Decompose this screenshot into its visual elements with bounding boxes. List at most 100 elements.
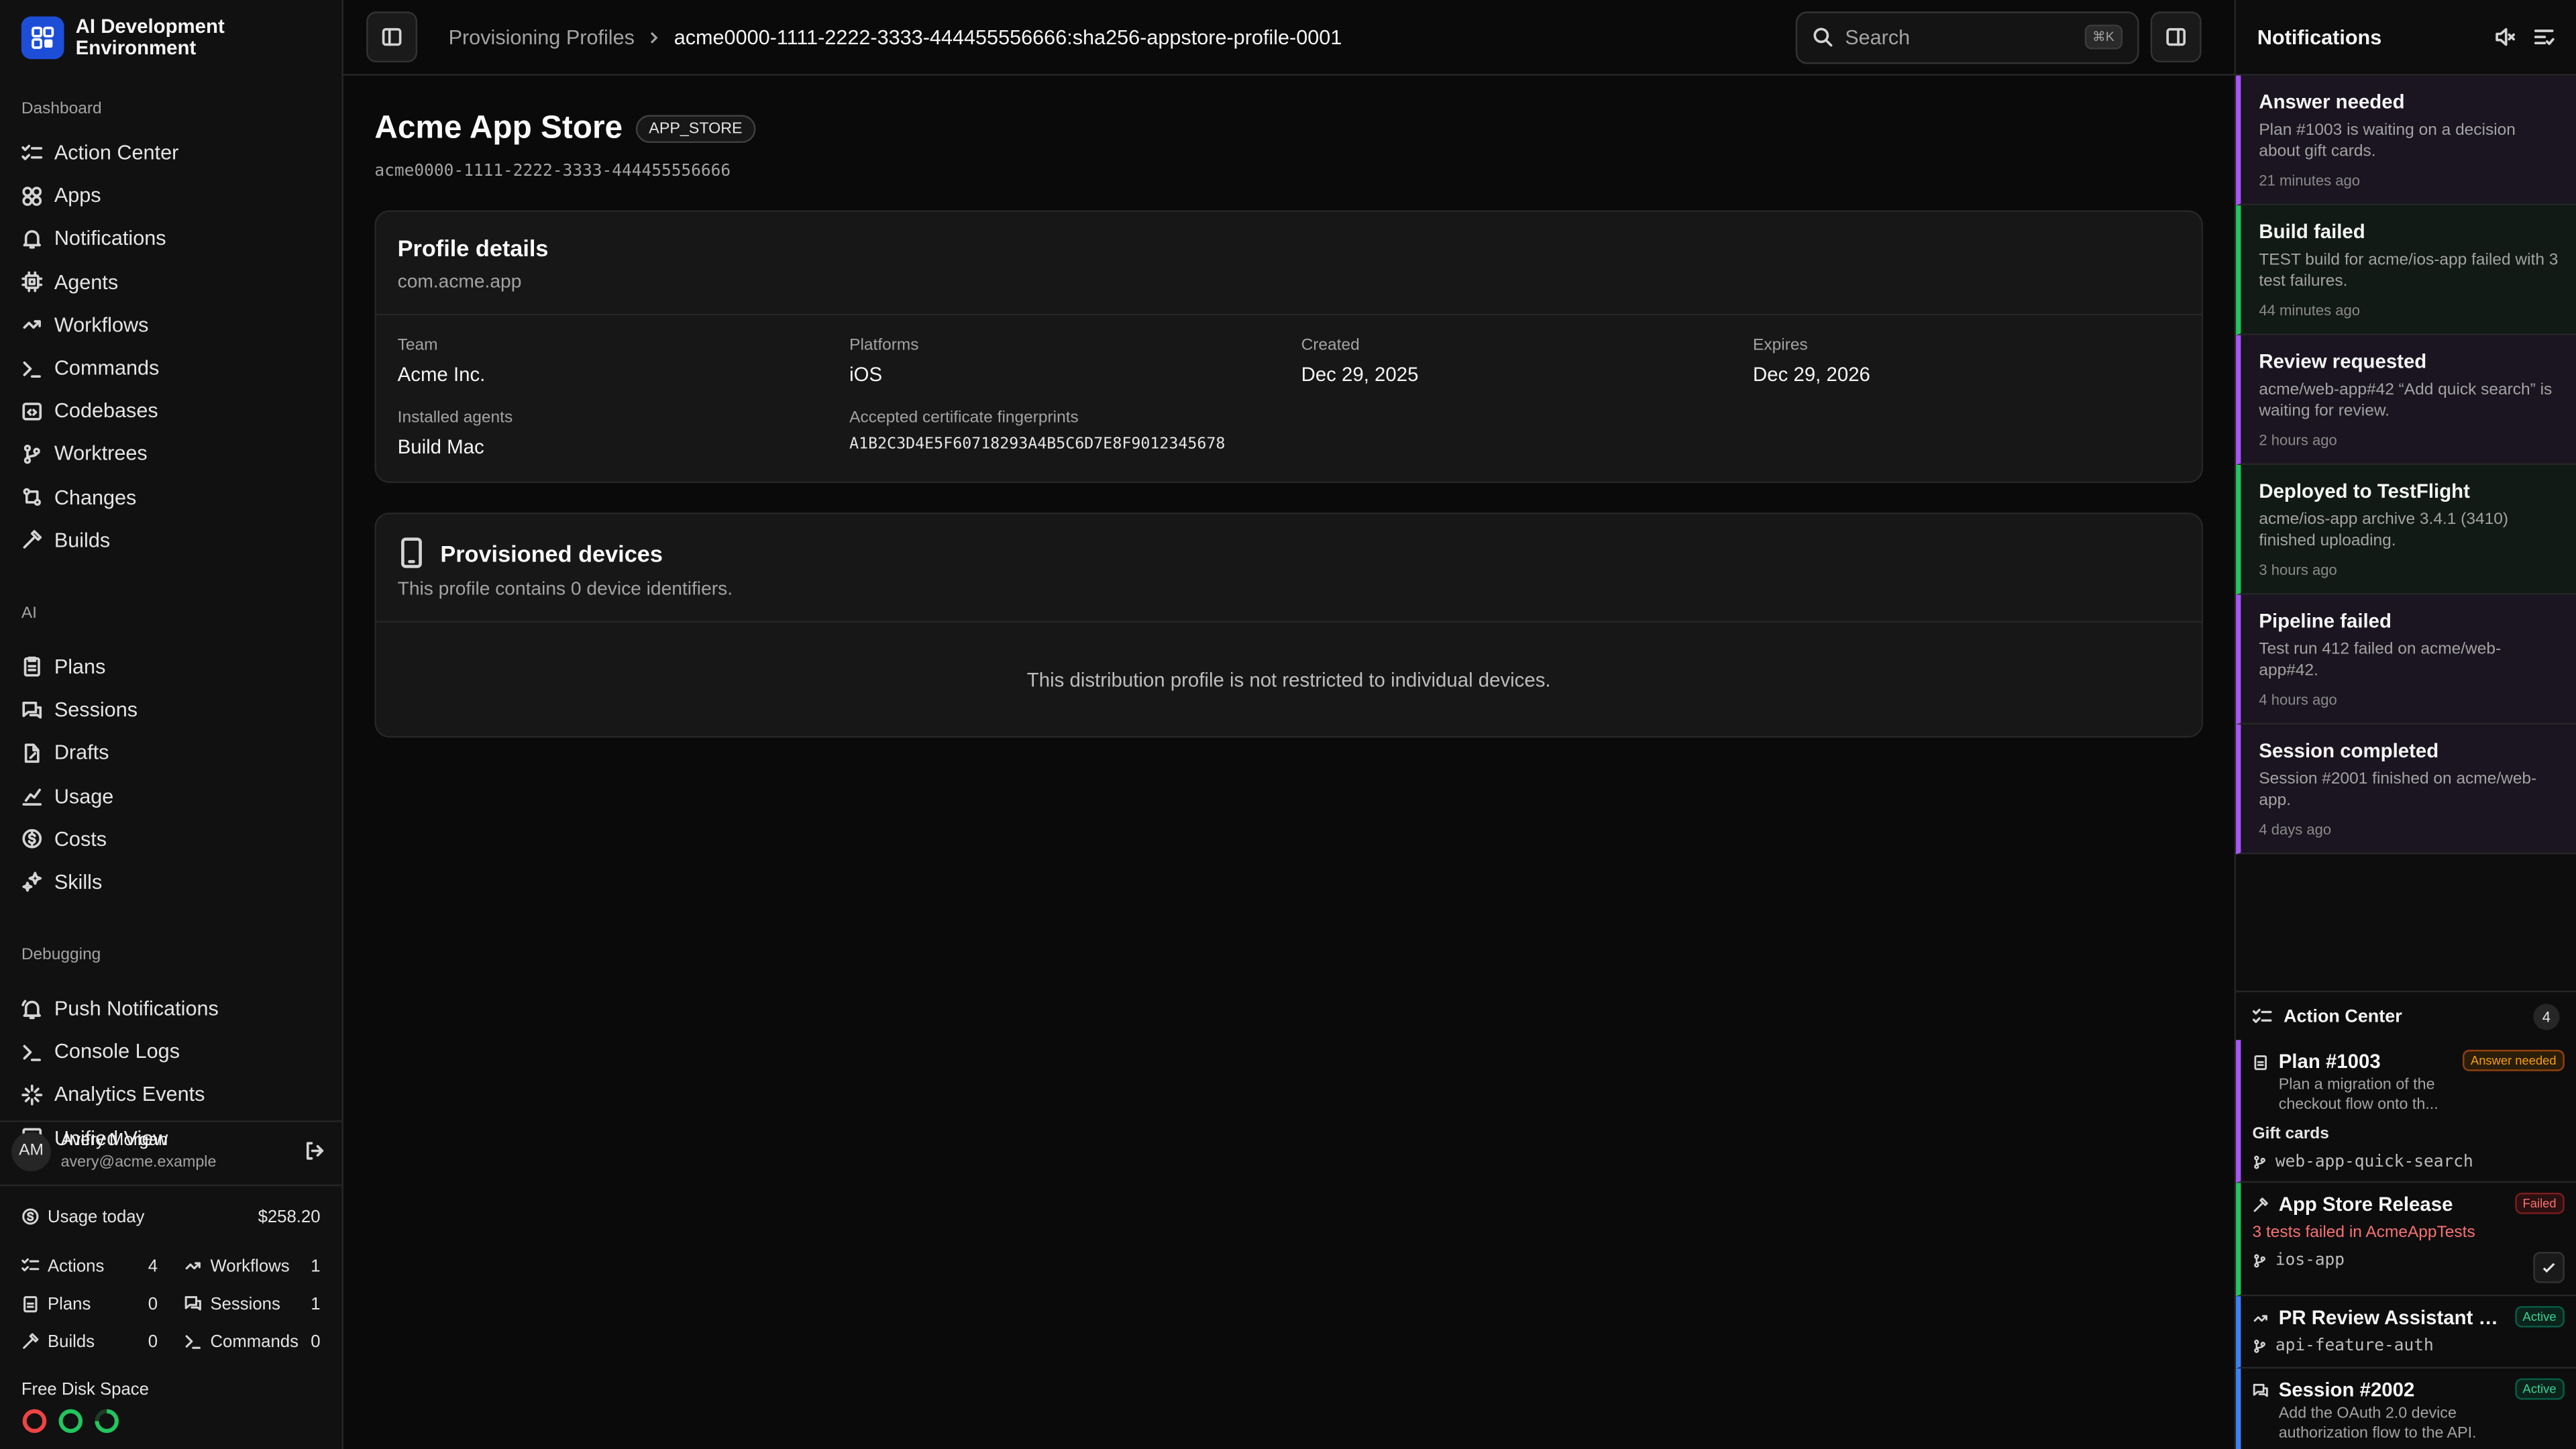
sidebar-item-codebases[interactable]: Codebases [0, 390, 341, 433]
field-expires: Expires Dec 29, 2026 [1753, 337, 2180, 386]
sidebar-item-commands[interactable]: Commands [0, 347, 341, 390]
mark-all-read-icon[interactable] [2533, 26, 2555, 48]
search-input[interactable]: Search ⌘K [1795, 10, 2139, 64]
status-badge: Answer needed [2462, 1049, 2565, 1071]
smartphone-icon [398, 537, 426, 569]
action-item[interactable]: Failed App Store Release 3 tests failed … [2236, 1183, 2576, 1297]
disk-ring-partial [95, 1409, 119, 1434]
stat-label: Commands [210, 1331, 299, 1352]
notification-item[interactable]: Deployed to TestFlight acme/ios-app arch… [2236, 465, 2576, 595]
sidebar-toggle-icon [381, 26, 402, 48]
action-item[interactable]: Answer needed Plan #1003 Plan a migratio… [2236, 1040, 2576, 1183]
notification-item[interactable]: Review requested acme/web-app#42 “Add qu… [2236, 335, 2576, 466]
user-name: Avery Morgan [60, 1130, 168, 1150]
nav-section-dashboard: Dashboard Action Center Apps Notificatio… [0, 99, 341, 561]
sidebar-item-workflows[interactable]: Workflows [0, 303, 341, 346]
notification-body: Session #2001 finished on acme/web-app. [2259, 770, 2537, 810]
usage-label: Usage today [48, 1206, 145, 1227]
user-profile[interactable]: AM Avery Morgan avery@acme.example [0, 1120, 342, 1179]
field-installed-agents: Installed agents Build Mac [398, 409, 849, 458]
disk-space-rings[interactable] [21, 1408, 321, 1434]
stat-plans[interactable]: Plans 0 [21, 1285, 158, 1322]
action-item-title: Session #2002 [2278, 1378, 2415, 1401]
status-badge: Active [2514, 1378, 2565, 1400]
sidebar-item-builds[interactable]: Builds [0, 519, 341, 561]
profile-uuid: acme0000-1111-2222-3333-444455556666 [374, 162, 731, 181]
notification-item[interactable]: Build failed TEST build for acme/ios-app… [2236, 205, 2576, 335]
field-label: Expires [1753, 337, 1808, 355]
notification-title: Session completed [2259, 739, 2439, 763]
profile-type-badge: APP_STORE [635, 115, 756, 144]
sidebar-item-agents[interactable]: Agents [0, 260, 341, 303]
messages-icon [2253, 1381, 2269, 1399]
field-value: Dec 29, 2025 [1301, 363, 1419, 386]
sidebar-item-action-center[interactable]: Action Center [0, 131, 341, 174]
status-badge: Active [2514, 1305, 2565, 1328]
field-label: Installed agents [397, 409, 513, 427]
stat-workflows[interactable]: Workflows 1 [184, 1247, 321, 1285]
sidebar-item-analytics-events[interactable]: Analytics Events [0, 1073, 341, 1116]
cpu-icon [21, 271, 43, 292]
sidebar-item-skills[interactable]: Skills [0, 861, 341, 904]
brand[interactable]: AI Development Environment [0, 0, 341, 76]
nav-label: Usage [54, 784, 114, 808]
field-value: Acme Inc. [397, 363, 486, 386]
messages-icon [184, 1295, 202, 1313]
nav-label: Agents [54, 270, 119, 294]
section-label: Dashboard [21, 100, 102, 119]
list-checks-icon [21, 142, 43, 164]
notification-item[interactable]: Answer needed Plan #1003 is waiting on a… [2236, 75, 2576, 206]
notification-item[interactable]: Session completed Session #2001 finished… [2236, 724, 2576, 855]
stat-commands[interactable]: Commands 0 [184, 1322, 321, 1360]
usage-today[interactable]: Usage today $258.20 [21, 1203, 321, 1231]
action-item-error: 3 tests failed in AcmeAppTests [2252, 1224, 2475, 1242]
toggle-panel-button[interactable] [2150, 11, 2202, 63]
action-item-desc: Add the OAuth 2.0 device authorization f… [2278, 1404, 2477, 1443]
messages-icon [21, 699, 43, 720]
action-item-desc: Plan a migration of the checkout flow on… [2278, 1076, 2438, 1114]
branch: web-app-quick-search [2253, 1153, 2565, 1171]
notification-item[interactable]: Pipeline failed Test run 412 failed on a… [2236, 594, 2576, 725]
clipboard-icon [21, 656, 43, 678]
sidebar-item-worktrees[interactable]: Worktrees [0, 433, 341, 476]
sidebar-item-console-logs[interactable]: Console Logs [0, 1030, 341, 1073]
sidebar-item-sessions[interactable]: Sessions [0, 688, 341, 731]
nav-label: Console Logs [54, 1040, 180, 1064]
action-item[interactable]: Active Session #2002 Add the OAuth 2.0 d… [2236, 1368, 2576, 1449]
action-center-header[interactable]: Action Center 4 [2236, 990, 2576, 1040]
stat-builds[interactable]: Builds 0 [21, 1322, 158, 1360]
toggle-sidebar-button[interactable] [366, 11, 418, 63]
field-value: Dec 29, 2026 [1753, 363, 1870, 386]
profile-page: Acme App Store APP_STORE acme0000-1111-2… [343, 76, 2235, 738]
notification-body: acme/ios-app archive 3.4.1 (3410) finish… [2259, 511, 2508, 551]
nav-label: Costs [54, 827, 107, 851]
stat-sessions[interactable]: Sessions 1 [184, 1285, 321, 1322]
stat-value: 0 [148, 1293, 158, 1313]
field-created: Created Dec 29, 2025 [1301, 337, 1753, 386]
action-item[interactable]: Active PR Review Assistant #4... api-fea… [2236, 1296, 2576, 1369]
sidebar-item-notifications[interactable]: Notifications [0, 217, 341, 260]
breadcrumb-current: acme0000-1111-2222-3333-444455556666:sha… [674, 25, 1342, 49]
notification-title: Build failed [2259, 220, 2365, 244]
notifications-panel: Notifications Answer needed Plan #1003 i… [2234, 0, 2576, 1449]
sidebar-item-changes[interactable]: Changes [0, 476, 341, 519]
sidebar-item-drafts[interactable]: Drafts [0, 731, 341, 774]
sidebar-item-apps[interactable]: Apps [0, 174, 341, 217]
sidebar-item-usage[interactable]: Usage [0, 775, 341, 818]
sidebar-item-costs[interactable]: Costs [0, 818, 341, 861]
codebase-icon [21, 400, 43, 422]
breadcrumb-parent[interactable]: Provisioning Profiles [449, 25, 635, 48]
stat-actions[interactable]: Actions 4 [21, 1247, 158, 1285]
sidebar-item-plans[interactable]: Plans [0, 645, 341, 688]
chart-icon [21, 786, 43, 807]
mute-icon[interactable] [2494, 26, 2516, 48]
user-email: avery@acme.example [60, 1153, 217, 1172]
sidebar-item-push-notifications[interactable]: Push Notifications [0, 987, 341, 1030]
notification-title: Review requested [2259, 350, 2427, 373]
check-button[interactable] [2533, 1252, 2565, 1283]
main-content: Provisioning Profiles acme0000-1111-2222… [343, 0, 2235, 1449]
nav-label: Sessions [54, 698, 138, 722]
action-item-title: Plan #1003 [2278, 1049, 2381, 1073]
logout-icon[interactable] [304, 1140, 325, 1162]
panel-title: Notifications [2257, 25, 2382, 49]
